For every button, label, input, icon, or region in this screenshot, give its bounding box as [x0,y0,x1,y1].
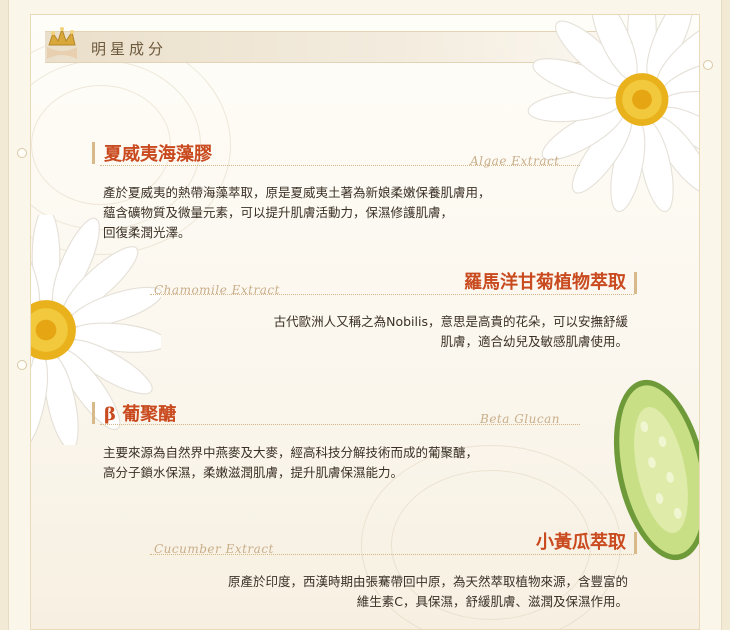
section-3-title: β 葡聚醣 [104,404,177,425]
section-1-title: 夏威夷海藻膠 [104,144,212,165]
header-title: 明星成分 [91,40,168,58]
section-2-title-marker [634,272,637,294]
section-3-script-label: Beta Glucan [480,412,560,426]
section-2-title: 羅馬洋甘菊植物萃取 [464,272,626,293]
section-1-script-label: Algae Extract [470,154,560,168]
section-4-title-marker [634,532,637,554]
section-3-text: 主要來源為自然界中燕麥及大麥，經高科技分解技術而成的葡聚醣， 高分子鎖水保濕，柔… [103,445,479,480]
crown-icon [47,27,77,59]
daisy-flower-top-right [527,15,699,213]
frame-dot-right [703,60,713,70]
frame-dot-left-lower [17,360,27,370]
section-4-text: 原產於印度，西漢時期由張騫帶回中原，為天然萃取植物來源，含豐富的 維生素C，具保… [227,574,628,609]
frame-dot-left [17,148,27,158]
section-4-title: 小黃瓜萃取 [536,532,626,553]
section-3-title-marker [92,402,95,424]
section-2-divider [150,294,634,295]
section-2-text: 古代歐洲人又稱之為Nobilis，意思是高貴的花朵，可以安撫舒緩 肌膚，適合幼兒… [273,314,628,349]
section-4-divider [150,554,634,555]
section-1-text: 產於夏威夷的熱帶海藻萃取，原是夏威夷土著為新娘柔嫩保養肌膚用， 蘊含礦物質及微量… [103,185,491,240]
section-1-title-marker [92,142,95,164]
